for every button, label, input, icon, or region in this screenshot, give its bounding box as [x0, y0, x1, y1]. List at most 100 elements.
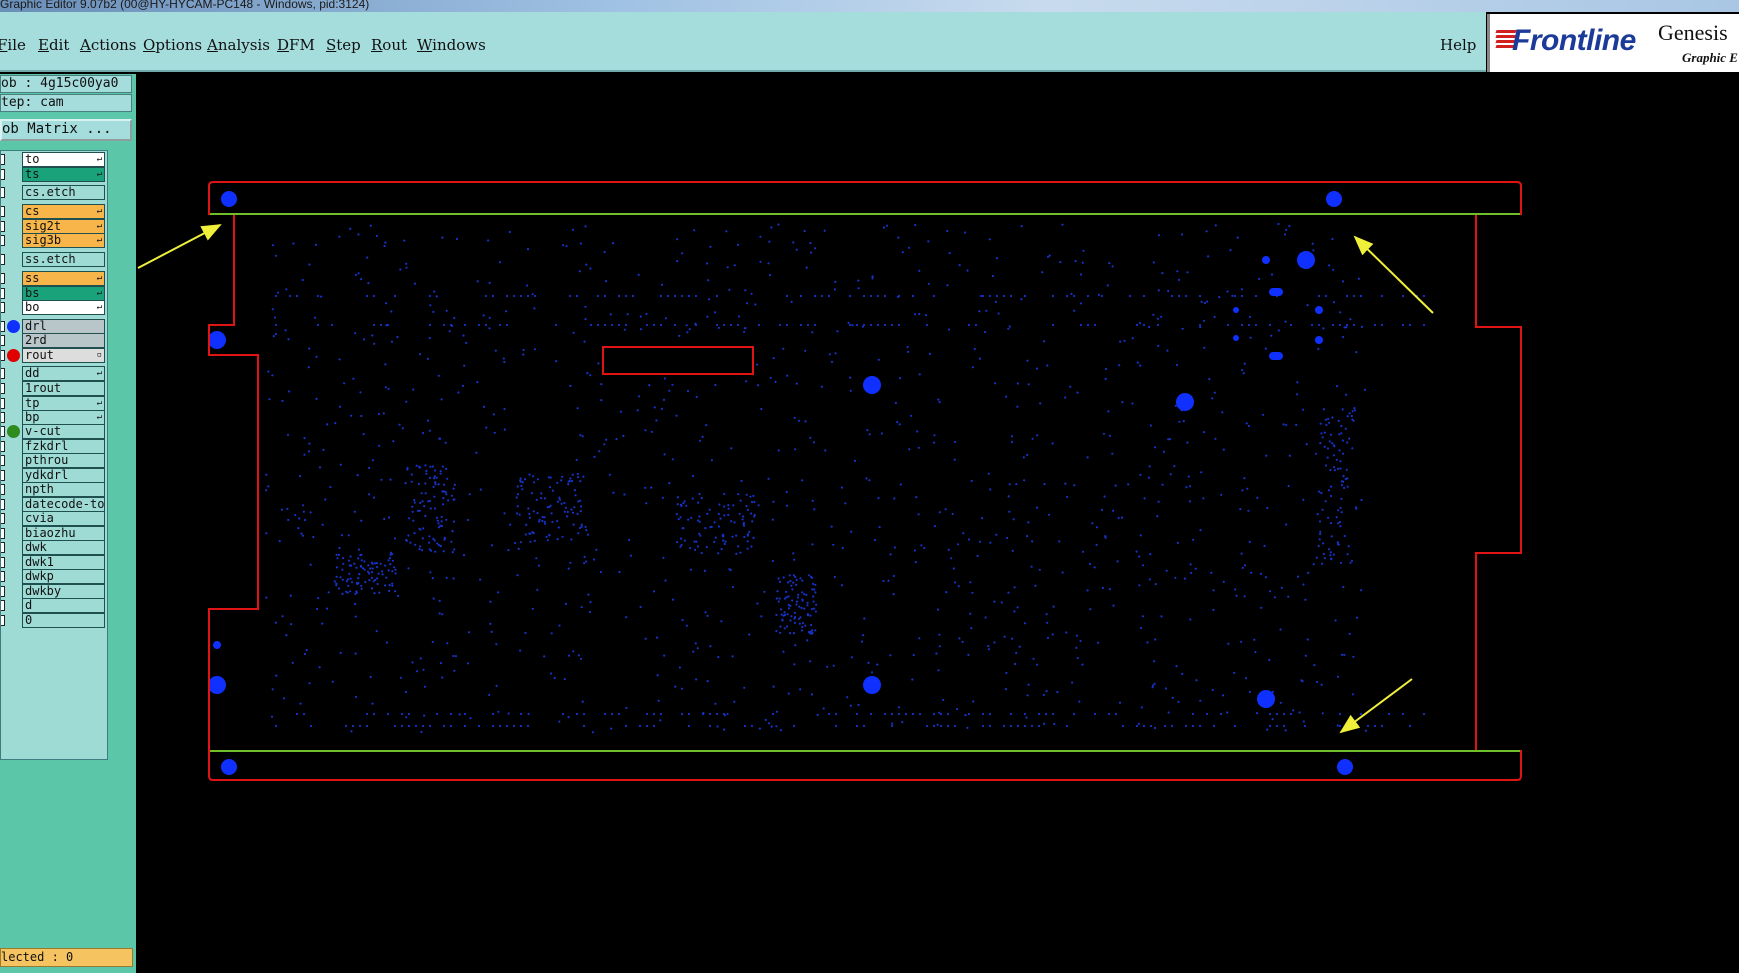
layer-checkbox[interactable]: [1, 484, 5, 495]
layer-name[interactable]: biaozhu: [22, 526, 105, 541]
layer-checkbox[interactable]: [1, 571, 5, 582]
layer-row-d[interactable]: d: [1, 598, 107, 613]
layer-checkbox[interactable]: [1, 615, 5, 626]
layer-name[interactable]: ss.etch: [22, 252, 105, 267]
menu-analysis[interactable]: Analysis: [207, 36, 270, 54]
layer-checkbox[interactable]: [1, 412, 5, 423]
menu-step[interactable]: Step: [326, 36, 361, 54]
layer-checkbox[interactable]: [1, 426, 5, 437]
layer-name[interactable]: dwk1: [22, 555, 105, 570]
layer-name[interactable]: bp ↵: [22, 410, 105, 425]
layer-checkbox[interactable]: [1, 398, 5, 409]
layer-checkbox[interactable]: [1, 187, 5, 198]
layer-checkbox[interactable]: [1, 383, 5, 394]
layer-name[interactable]: rout ▫: [22, 348, 105, 363]
layer-checkbox[interactable]: [1, 542, 5, 553]
layer-name[interactable]: drl: [22, 319, 105, 334]
layer-name[interactable]: cs.etch: [22, 185, 105, 200]
layer-checkbox[interactable]: [1, 368, 5, 379]
layer-checkbox[interactable]: [1, 273, 5, 284]
layer-row-0[interactable]: 0: [1, 613, 107, 628]
layer-row-tp[interactable]: tp ↵: [1, 396, 107, 411]
layer-name[interactable]: 1rout: [22, 381, 105, 396]
layer-checkbox[interactable]: [1, 302, 5, 313]
layer-name[interactable]: dwkp: [22, 569, 105, 584]
layer-row-to[interactable]: to ↵: [1, 152, 107, 167]
layer-row-fzkdrl[interactable]: fzkdrl: [1, 439, 107, 454]
layer-name[interactable]: tp ↵: [22, 396, 105, 411]
menu-help[interactable]: Help: [1440, 36, 1476, 54]
layer-checkbox[interactable]: [1, 513, 5, 524]
layer-row-ydkdrl[interactable]: ydkdrl: [1, 468, 107, 483]
layer-row-1rout[interactable]: 1rout: [1, 381, 107, 396]
menu-edit[interactable]: Edit: [38, 36, 69, 54]
layer-row-bo[interactable]: bo ↵: [1, 300, 107, 315]
layer-name[interactable]: to ↵: [22, 152, 105, 167]
layer-row-ts[interactable]: ts ↵: [1, 167, 107, 182]
layer-row-dwk1[interactable]: dwk1: [1, 555, 107, 570]
layer-checkbox[interactable]: [1, 441, 5, 452]
menu-file[interactable]: File: [0, 36, 26, 54]
layer-row-sig3b[interactable]: sig3b ↵: [1, 233, 107, 248]
layer-checkbox[interactable]: [1, 499, 5, 510]
layer-row-cvia[interactable]: cvia: [1, 511, 107, 526]
layer-name[interactable]: sig3b ↵: [22, 233, 105, 248]
layer-name[interactable]: 2rd: [22, 333, 105, 348]
layer-row-v-cut[interactable]: v-cut: [1, 424, 107, 439]
layer-checkbox[interactable]: [1, 221, 5, 232]
layer-name[interactable]: bs ↵: [22, 286, 105, 301]
layer-name[interactable]: 0: [22, 613, 105, 628]
layer-checkbox[interactable]: [1, 600, 5, 611]
layer-name[interactable]: datecode-to: [22, 497, 105, 512]
board-view[interactable]: [136, 74, 1739, 973]
layer-name[interactable]: bo ↵: [22, 300, 105, 315]
layer-name[interactable]: dwk: [22, 540, 105, 555]
layer-name[interactable]: dwkby: [22, 584, 105, 599]
layer-checkbox[interactable]: [1, 528, 5, 539]
layer-checkbox[interactable]: [1, 154, 5, 165]
layer-name[interactable]: ts ↵: [22, 167, 105, 182]
layer-row-ss[interactable]: ss ↵: [1, 271, 107, 286]
layer-row-drl[interactable]: drl: [1, 319, 107, 334]
layer-checkbox[interactable]: [1, 254, 5, 265]
layer-row-2rd[interactable]: 2rd: [1, 333, 107, 348]
layer-name[interactable]: ydkdrl: [22, 468, 105, 483]
layer-row-pthrou[interactable]: pthrou: [1, 453, 107, 468]
layer-row-dwk[interactable]: dwk: [1, 540, 107, 555]
layer-row-datecode-to[interactable]: datecode-to: [1, 497, 107, 512]
layer-name[interactable]: dd ↵: [22, 366, 105, 381]
layer-name[interactable]: v-cut: [22, 424, 105, 439]
layer-name[interactable]: fzkdrl: [22, 439, 105, 454]
layer-name[interactable]: sig2t ↵: [22, 219, 105, 234]
layer-name[interactable]: cvia: [22, 511, 105, 526]
layer-row-cs[interactable]: cs ↵: [1, 204, 107, 219]
layer-row-dwkby[interactable]: dwkby: [1, 584, 107, 599]
layer-row-rout[interactable]: rout ▫: [1, 348, 107, 363]
menu-dfm[interactable]: DFM: [277, 36, 315, 54]
layer-checkbox[interactable]: [1, 586, 5, 597]
layer-checkbox[interactable]: [1, 206, 5, 217]
layer-checkbox[interactable]: [1, 557, 5, 568]
menu-windows[interactable]: Windows: [417, 36, 486, 54]
layer-row-cs.etch[interactable]: cs.etch: [1, 185, 107, 200]
layer-row-ss.etch[interactable]: ss.etch: [1, 252, 107, 267]
layer-row-biaozhu[interactable]: biaozhu: [1, 526, 107, 541]
layer-checkbox[interactable]: [1, 235, 5, 246]
layer-name[interactable]: d: [22, 598, 105, 613]
layer-name[interactable]: pthrou: [22, 453, 105, 468]
layer-row-dd[interactable]: dd ↵: [1, 366, 107, 381]
layer-row-sig2t[interactable]: sig2t ↵: [1, 219, 107, 234]
layer-checkbox[interactable]: [1, 321, 5, 332]
layer-row-bs[interactable]: bs ↵: [1, 286, 107, 301]
layer-checkbox[interactable]: [1, 335, 5, 346]
job-matrix-button[interactable]: ob Matrix ...: [0, 119, 132, 141]
layer-row-npth[interactable]: npth: [1, 482, 107, 497]
menu-rout[interactable]: Rout: [371, 36, 407, 54]
layer-checkbox[interactable]: [1, 455, 5, 466]
layer-name[interactable]: ss ↵: [22, 271, 105, 286]
layer-checkbox[interactable]: [1, 350, 5, 361]
layer-name[interactable]: cs ↵: [22, 204, 105, 219]
layer-name[interactable]: npth: [22, 482, 105, 497]
graphic-canvas[interactable]: [136, 74, 1739, 973]
layer-checkbox[interactable]: [1, 169, 5, 180]
